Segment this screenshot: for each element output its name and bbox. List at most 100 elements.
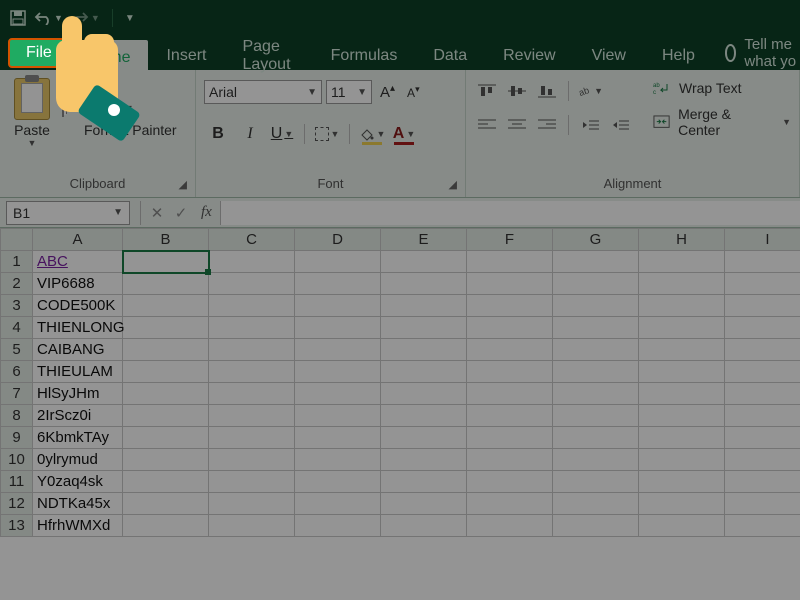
row-header[interactable]: 12 xyxy=(1,493,33,515)
cell[interactable] xyxy=(725,449,800,471)
cell[interactable] xyxy=(467,471,553,493)
cell[interactable] xyxy=(725,273,800,295)
cell[interactable] xyxy=(123,471,209,493)
col-header[interactable]: E xyxy=(381,229,467,251)
tab-review[interactable]: Review xyxy=(485,36,573,70)
cell[interactable] xyxy=(381,405,467,427)
cell[interactable] xyxy=(725,493,800,515)
cell[interactable] xyxy=(209,317,295,339)
decrease-indent-button[interactable] xyxy=(577,114,603,136)
font-size-combo[interactable]: 11 ▼ xyxy=(326,80,372,104)
cell[interactable] xyxy=(553,405,639,427)
row-header[interactable]: 7 xyxy=(1,383,33,405)
cell[interactable] xyxy=(639,361,725,383)
cell[interactable] xyxy=(295,251,381,273)
cell[interactable] xyxy=(123,449,209,471)
cell[interactable] xyxy=(209,471,295,493)
cell[interactable] xyxy=(295,471,381,493)
cell[interactable] xyxy=(467,361,553,383)
row-header[interactable]: 8 xyxy=(1,405,33,427)
col-header[interactable]: C xyxy=(209,229,295,251)
col-header[interactable]: F xyxy=(467,229,553,251)
cell[interactable] xyxy=(295,361,381,383)
dialog-launcher-icon[interactable]: ◢ xyxy=(449,178,457,191)
cell[interactable] xyxy=(381,449,467,471)
cell[interactable] xyxy=(725,251,800,273)
cell[interactable] xyxy=(553,295,639,317)
cell[interactable] xyxy=(467,449,553,471)
cell[interactable] xyxy=(295,449,381,471)
cell[interactable] xyxy=(381,339,467,361)
cell[interactable] xyxy=(295,339,381,361)
cell[interactable] xyxy=(467,295,553,317)
cell[interactable] xyxy=(467,273,553,295)
cell[interactable] xyxy=(123,295,209,317)
cell[interactable] xyxy=(209,383,295,405)
font-color-button[interactable]: A ▼ xyxy=(390,122,418,146)
cell[interactable] xyxy=(725,317,800,339)
font-name-combo[interactable]: Arial ▼ xyxy=(204,80,322,104)
col-header[interactable]: H xyxy=(639,229,725,251)
cell[interactable] xyxy=(725,295,800,317)
cell[interactable] xyxy=(639,405,725,427)
decrease-font-button[interactable]: A▾ xyxy=(403,84,424,100)
align-bottom-button[interactable] xyxy=(534,80,560,102)
tell-me[interactable]: Tell me what yo xyxy=(725,36,800,70)
cell[interactable] xyxy=(639,339,725,361)
cell[interactable] xyxy=(123,405,209,427)
undo-button[interactable]: ▼ xyxy=(34,11,63,25)
cell[interactable] xyxy=(123,361,209,383)
cancel-formula-button[interactable]: ✕ xyxy=(145,204,169,222)
cell[interactable]: 0ylrymud xyxy=(33,449,123,471)
cell[interactable] xyxy=(467,493,553,515)
cell[interactable] xyxy=(467,251,553,273)
cell[interactable] xyxy=(295,383,381,405)
cell[interactable] xyxy=(381,427,467,449)
cell[interactable] xyxy=(123,317,209,339)
row-header[interactable]: 11 xyxy=(1,471,33,493)
cell[interactable]: THIENLONG xyxy=(33,317,123,339)
cell[interactable] xyxy=(295,273,381,295)
fx-icon[interactable]: fx xyxy=(201,204,212,221)
formula-input[interactable] xyxy=(220,201,800,225)
row-header[interactable]: 9 xyxy=(1,427,33,449)
cell[interactable] xyxy=(123,427,209,449)
tab-insert[interactable]: Insert xyxy=(148,36,224,70)
row-header[interactable]: 2 xyxy=(1,273,33,295)
row-header[interactable]: 3 xyxy=(1,295,33,317)
col-header[interactable]: G xyxy=(553,229,639,251)
cell[interactable] xyxy=(381,515,467,537)
cell[interactable] xyxy=(295,405,381,427)
cell[interactable] xyxy=(725,339,800,361)
cell[interactable] xyxy=(381,273,467,295)
paste-button[interactable]: Paste ▼ xyxy=(8,74,56,148)
cell[interactable] xyxy=(295,295,381,317)
cell[interactable] xyxy=(467,383,553,405)
merge-center-button[interactable]: Merge & Center ▼ xyxy=(653,106,791,138)
cell[interactable] xyxy=(381,251,467,273)
customize-qat[interactable]: ▼ xyxy=(125,13,135,24)
cell[interactable] xyxy=(209,515,295,537)
cell[interactable] xyxy=(725,383,800,405)
cell[interactable] xyxy=(553,251,639,273)
align-right-button[interactable] xyxy=(534,114,560,136)
cell[interactable] xyxy=(209,449,295,471)
grid[interactable]: A B C D E F G H I 1ABC2VIP66883CODE500K4… xyxy=(0,228,800,537)
col-header[interactable]: A xyxy=(33,229,123,251)
cell[interactable] xyxy=(467,339,553,361)
row-header[interactable]: 5 xyxy=(1,339,33,361)
cell[interactable] xyxy=(209,405,295,427)
col-header[interactable]: I xyxy=(725,229,800,251)
cell[interactable] xyxy=(553,427,639,449)
align-center-button[interactable] xyxy=(504,114,530,136)
cell[interactable] xyxy=(381,317,467,339)
increase-indent-button[interactable] xyxy=(607,114,633,136)
cell[interactable] xyxy=(295,427,381,449)
cell[interactable] xyxy=(123,493,209,515)
cell[interactable] xyxy=(467,427,553,449)
increase-font-button[interactable]: A▴ xyxy=(376,83,399,101)
cell[interactable] xyxy=(553,515,639,537)
cell[interactable] xyxy=(295,515,381,537)
cell[interactable] xyxy=(553,273,639,295)
cell[interactable] xyxy=(381,471,467,493)
